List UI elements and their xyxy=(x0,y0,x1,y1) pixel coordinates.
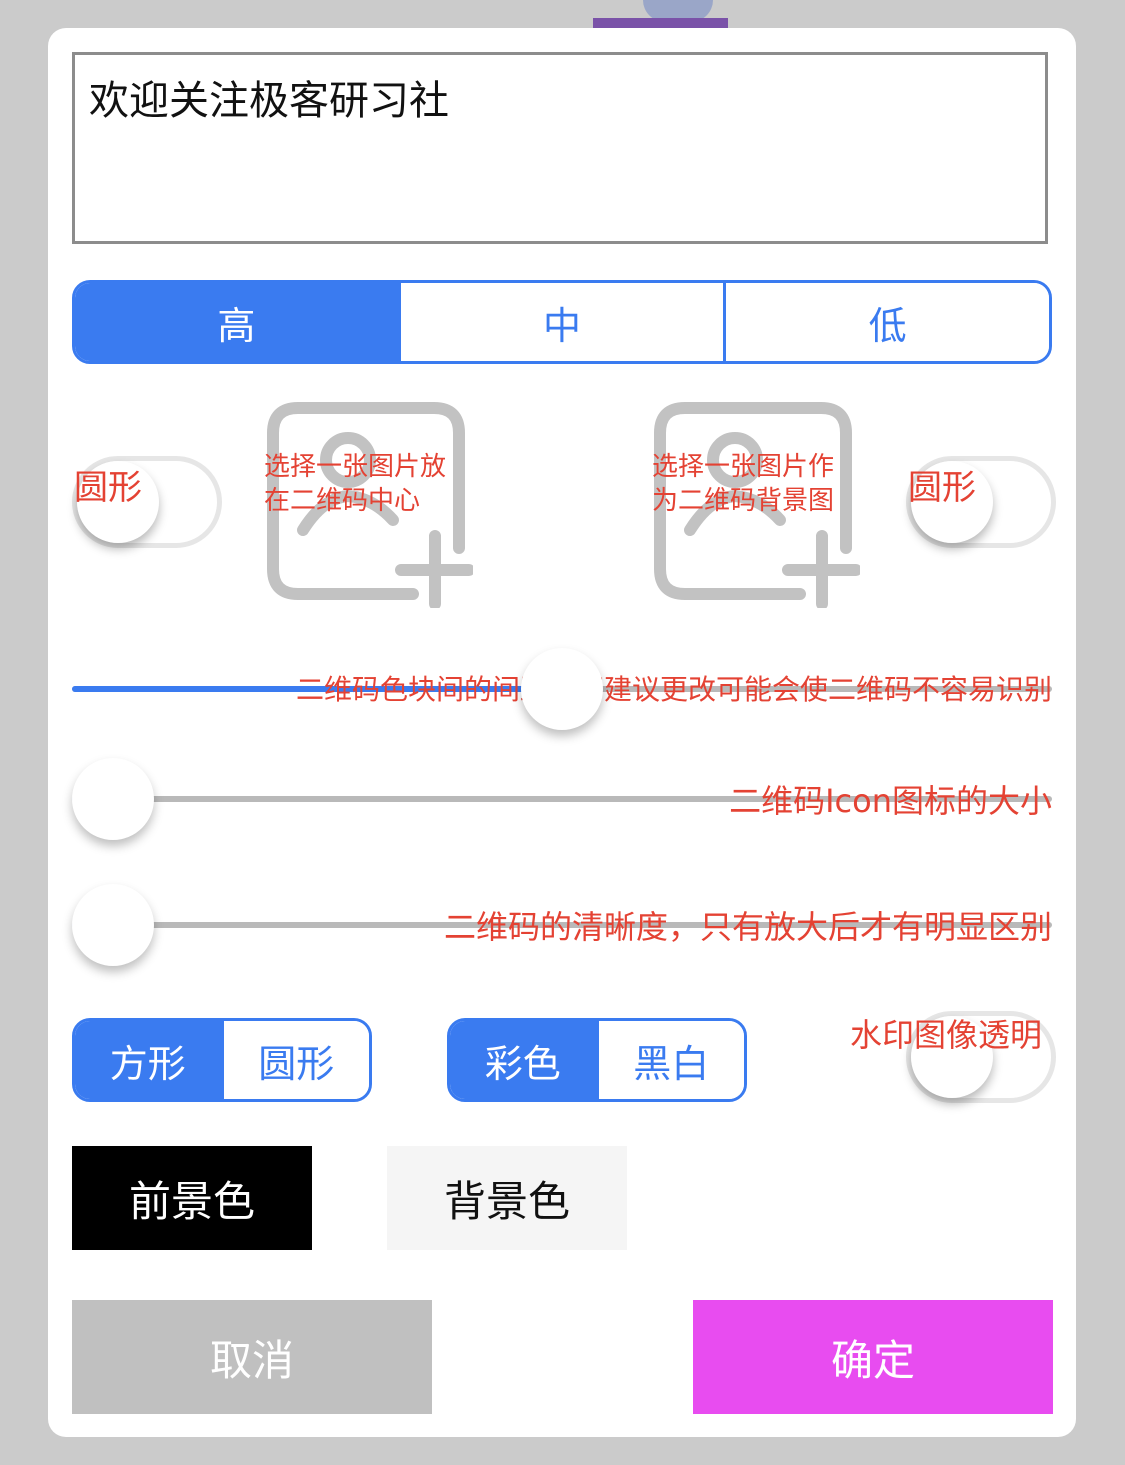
qr-text-input[interactable]: 欢迎关注极客研习社 xyxy=(72,52,1048,244)
qr-settings-dialog: 欢迎关注极客研习社 高 中 低 圆形 选择一张图片放在二维码中心 选择一张图片作… xyxy=(48,28,1076,1437)
background-color-button[interactable]: 背景色 xyxy=(387,1146,627,1250)
margin-slider[interactable]: 二维码色块间的间距，不建议更改可能会使二维码不容易识别 xyxy=(72,648,1052,732)
purple-bar xyxy=(593,18,728,28)
color-mode-bw-option[interactable]: 黑白 xyxy=(595,1021,744,1099)
foreground-color-button[interactable]: 前景色 xyxy=(72,1146,312,1250)
color-mode-segmented-control: 彩色 黑白 xyxy=(447,1018,747,1102)
icon-size-slider[interactable]: 二维码Icon图标的大小 xyxy=(72,758,1052,842)
slider-thumb[interactable] xyxy=(521,648,603,730)
background-image-hint: 选择一张图片作为二维码背景图 xyxy=(652,452,835,516)
shape-segmented-control: 方形 圆形 xyxy=(72,1018,372,1102)
clarity-slider-caption: 二维码的清晰度，只有放大后才有明显区别 xyxy=(443,908,1052,946)
slider-thumb[interactable] xyxy=(72,758,154,840)
quality-segmented-control: 高 中 低 xyxy=(72,280,1052,364)
logo-round-label: 圆形 xyxy=(74,468,142,508)
cancel-button[interactable]: 取消 xyxy=(72,1300,432,1414)
quality-medium-option[interactable]: 中 xyxy=(397,283,724,361)
icon-size-slider-caption: 二维码Icon图标的大小 xyxy=(729,782,1052,820)
slider-thumb[interactable] xyxy=(72,884,154,966)
shape-round-option[interactable]: 圆形 xyxy=(220,1021,369,1099)
clarity-slider[interactable]: 二维码的清晰度，只有放大后才有明显区别 xyxy=(72,884,1052,968)
margin-slider-caption: 二维码色块间的间距，不建议更改可能会使二维码不容易识别 xyxy=(295,673,1052,706)
quality-low-option[interactable]: 低 xyxy=(723,283,1049,361)
shape-square-option[interactable]: 方形 xyxy=(75,1021,221,1099)
confirm-button[interactable]: 确定 xyxy=(693,1300,1053,1414)
background-image-fragment xyxy=(593,0,728,28)
watermark-label: 水印图像透明 xyxy=(850,1016,1043,1054)
quality-high-option[interactable]: 高 xyxy=(75,283,398,361)
background-round-label: 圆形 xyxy=(908,468,976,508)
center-image-hint: 选择一张图片放在二维码中心 xyxy=(264,452,447,516)
color-mode-color-option[interactable]: 彩色 xyxy=(450,1021,596,1099)
